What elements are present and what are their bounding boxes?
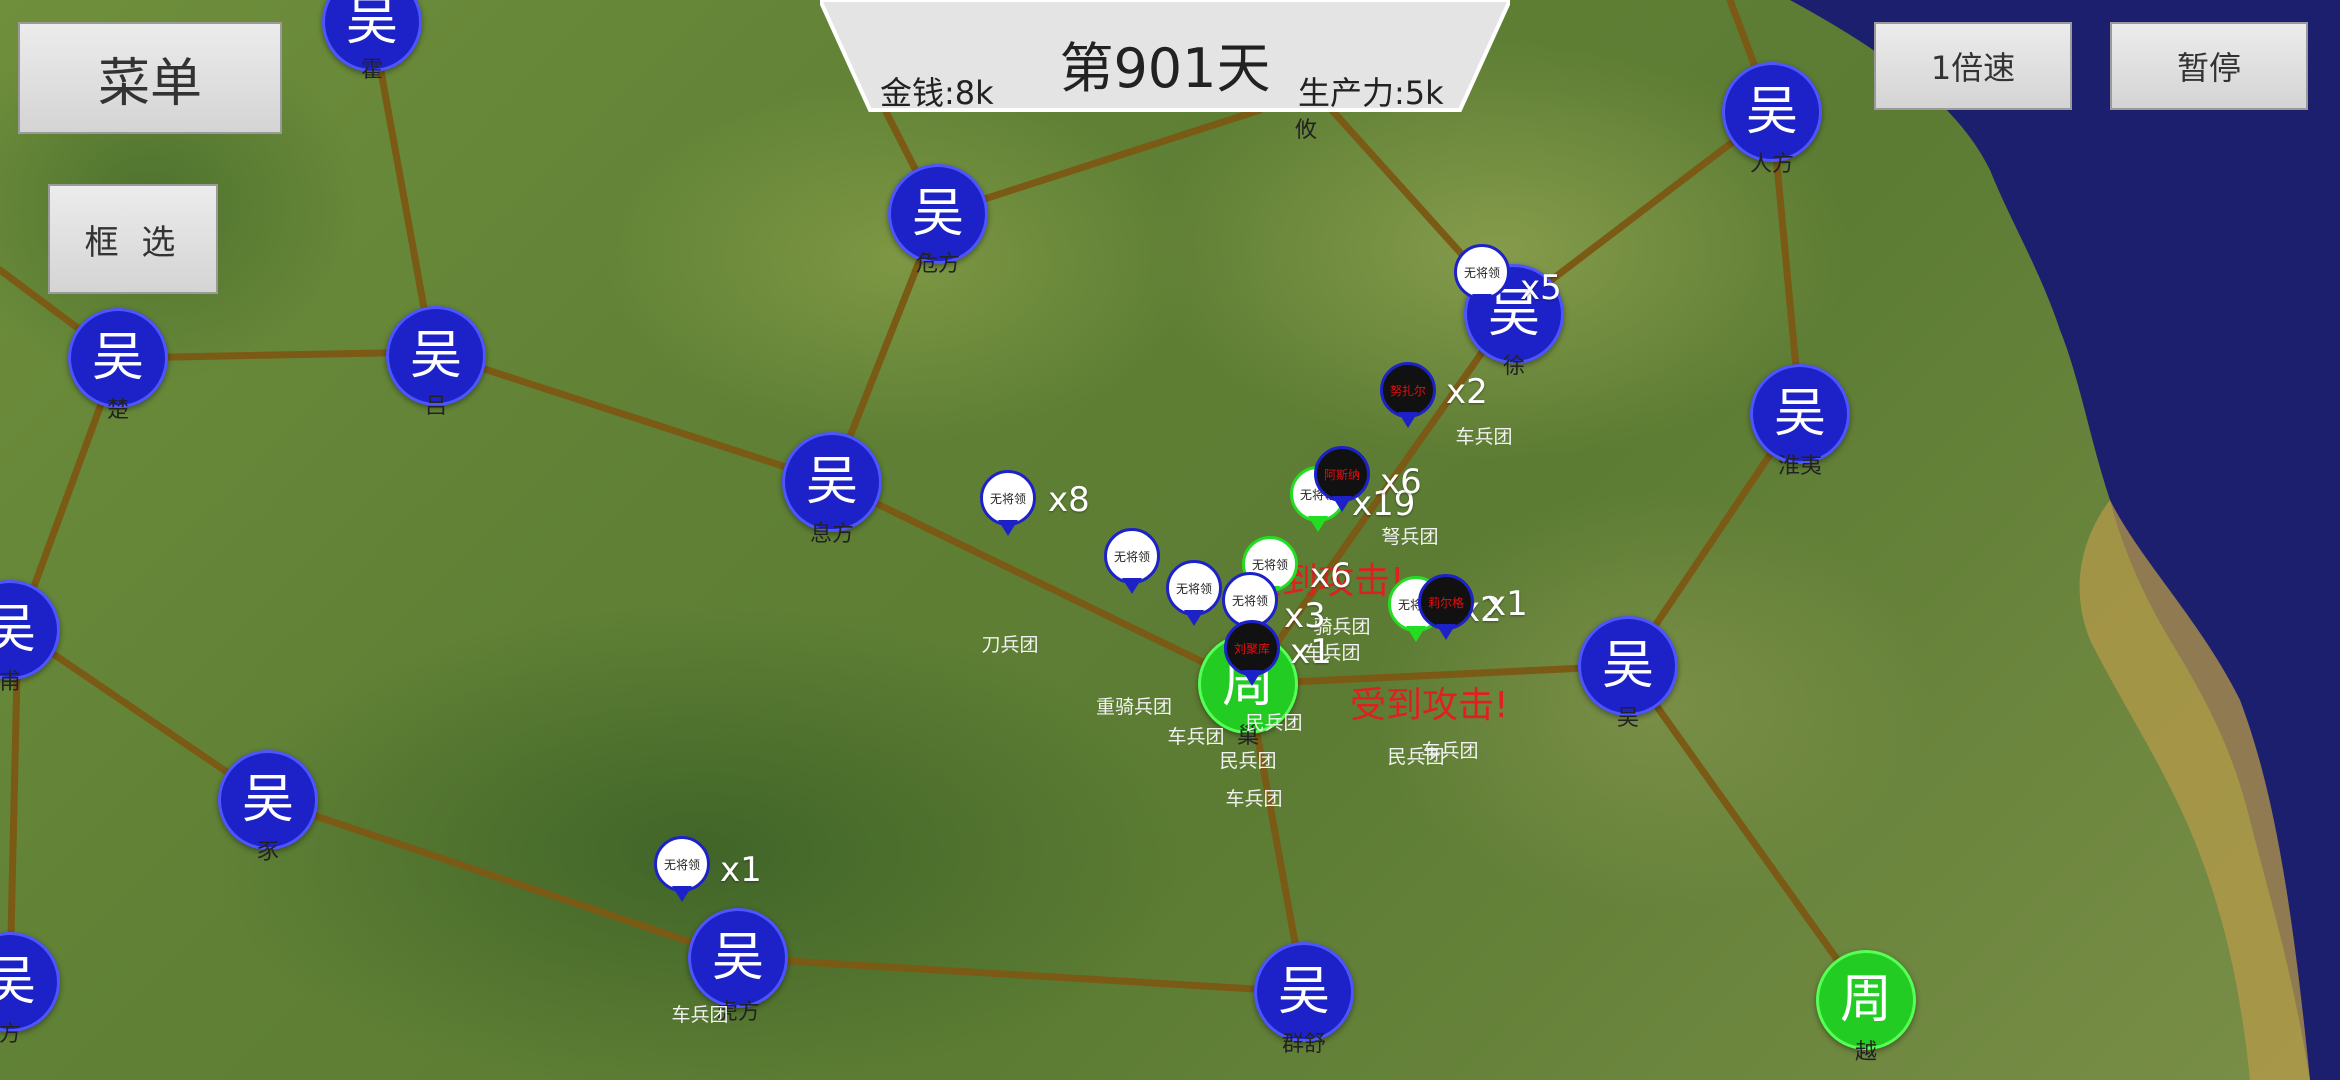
city-label: 攸	[1294, 118, 1318, 143]
city-faction-glyph: 吴	[805, 452, 858, 512]
army-count: x2	[1446, 372, 1488, 412]
troop-type-label: 民兵团	[1245, 712, 1303, 734]
troop-type-label: 弩兵团	[1381, 526, 1439, 548]
pause-button[interactable]: 暂停	[2110, 22, 2308, 110]
city-faction-glyph: 吴	[345, 0, 398, 52]
city-label: 人方	[1749, 152, 1795, 177]
city-faction-glyph: 吴	[1773, 384, 1826, 444]
army-marker[interactable]: 无将领	[1166, 560, 1222, 628]
marker-pointer	[1122, 578, 1142, 594]
city-faction-glyph: 吴	[0, 600, 36, 660]
army-count: x5	[1520, 268, 1562, 308]
marker-pointer	[1472, 294, 1492, 310]
army-count: x3	[1284, 596, 1326, 636]
army-marker[interactable]: 无将领	[654, 836, 710, 904]
army-marker-head: 阿斯纳	[1314, 446, 1370, 502]
general-name: 无将领	[989, 491, 1026, 506]
road-network	[0, 0, 1870, 1004]
enemy-army-marker[interactable]: 刘聚库	[1224, 620, 1280, 688]
army-marker[interactable]: 无将领	[980, 470, 1036, 538]
army-marker-head: 无将领	[654, 836, 710, 892]
city-label: 群舒	[1281, 1032, 1327, 1057]
city-label: 楚	[106, 398, 130, 423]
city-label: 甫	[0, 670, 22, 695]
army-marker-head: 无将领	[1166, 560, 1222, 616]
strategy-map[interactable]: 吴 霍 吴 危方 攸 吴 人方 吴 楚 吴 吕 吴 息方 吴 徐 吴 淮夷 吴 …	[0, 0, 2340, 1080]
army-count: x8	[1048, 480, 1090, 520]
army-count: x6	[1310, 556, 1352, 596]
city-label: 方	[0, 1022, 22, 1047]
city-label: 豕	[256, 840, 280, 865]
general-name: 刘聚库	[1233, 641, 1270, 656]
army-marker-head: 无将领	[980, 470, 1036, 526]
troop-type-label: 车兵团	[1225, 788, 1283, 810]
troop-type-label: 车兵团	[671, 1004, 729, 1026]
city-label: 吕	[424, 394, 448, 419]
city-faction-glyph: 吴	[1601, 636, 1654, 696]
city-label: 息方	[809, 522, 855, 547]
army-marker[interactable]: 无将领	[1454, 244, 1510, 312]
general-name: 无将领	[1175, 581, 1212, 596]
troop-type-label: 车兵团	[1167, 726, 1225, 748]
enemy-army-marker[interactable]: 努扎尔	[1380, 362, 1436, 430]
city-faction-glyph: 吴	[0, 952, 36, 1012]
army-marker-head: 刘聚库	[1224, 620, 1280, 676]
marker-pointer	[672, 886, 692, 902]
marker-pointer	[1242, 670, 1262, 686]
troop-type-label: 车兵团	[1421, 740, 1479, 762]
general-name: 无将领	[1113, 549, 1150, 564]
army-count: x6	[1380, 462, 1422, 502]
army-marker-head: 努扎尔	[1380, 362, 1436, 418]
general-name: 努扎尔	[1389, 383, 1426, 398]
marker-pointer	[998, 520, 1018, 536]
city-label: 徐	[1502, 354, 1526, 379]
army-marker-head: 莉尔格	[1418, 574, 1474, 630]
city-faction-glyph: 吴	[91, 328, 144, 388]
marker-pointer	[1398, 412, 1418, 428]
box-select-button[interactable]: 框 选	[48, 184, 218, 294]
under-attack-alert: 受到攻击!	[1350, 685, 1509, 726]
marker-pointer	[1436, 624, 1456, 640]
city-faction-glyph: 吴	[1277, 962, 1330, 1022]
game-speed-button[interactable]: 1倍速	[1874, 22, 2072, 110]
general-name: 无将领	[1463, 265, 1500, 280]
troop-type-label: 民兵团	[1219, 750, 1277, 772]
status-panel: 第901天 金钱:8k 生产力:5k	[820, 0, 1510, 112]
city-faction-glyph: 吴	[241, 770, 294, 830]
city-label: 吴	[1616, 706, 1640, 731]
troop-type-label: 重骑兵团	[1095, 696, 1173, 718]
production-counter: 生产力:5k	[1298, 74, 1444, 112]
general-name: 阿斯纳	[1323, 467, 1360, 482]
troop-type-label: 刀兵团	[981, 634, 1039, 656]
army-marker-head: 无将领	[1104, 528, 1160, 584]
marker-pointer	[1332, 496, 1352, 512]
general-name: 无将领	[663, 857, 700, 872]
army-count: x1	[1486, 584, 1528, 624]
enemy-army-marker[interactable]: 莉尔格	[1418, 574, 1474, 642]
menu-button[interactable]: 菜单	[18, 22, 282, 134]
city-hufang[interactable]: 吴	[688, 908, 788, 1008]
city-label: 淮夷	[1777, 454, 1823, 479]
enemy-army-marker[interactable]: 阿斯纳	[1314, 446, 1370, 514]
general-name: 莉尔格	[1427, 595, 1464, 610]
city-faction-glyph: 吴	[711, 928, 764, 988]
city-faction-glyph: 吴	[1745, 82, 1798, 142]
city-label: 越	[1854, 1040, 1878, 1065]
city-faction-glyph: 吴	[911, 184, 964, 244]
general-name: 无将领	[1251, 557, 1288, 572]
city-label: 危方	[915, 252, 961, 277]
army-count: x1	[720, 850, 762, 890]
city-faction-glyph: 吴	[409, 326, 462, 386]
general-name: 无将领	[1231, 593, 1268, 608]
money-counter: 金钱:8k	[880, 74, 994, 112]
city-faction-glyph: 周	[1839, 970, 1892, 1030]
army-marker-head: 无将领	[1454, 244, 1510, 300]
marker-pointer	[1308, 516, 1328, 532]
army-count: x1	[1290, 632, 1332, 672]
army-marker[interactable]: 无将领	[1104, 528, 1160, 596]
marker-pointer	[1184, 610, 1204, 626]
troop-type-label: 车兵团	[1455, 426, 1513, 448]
city-label: 霍	[360, 58, 384, 83]
